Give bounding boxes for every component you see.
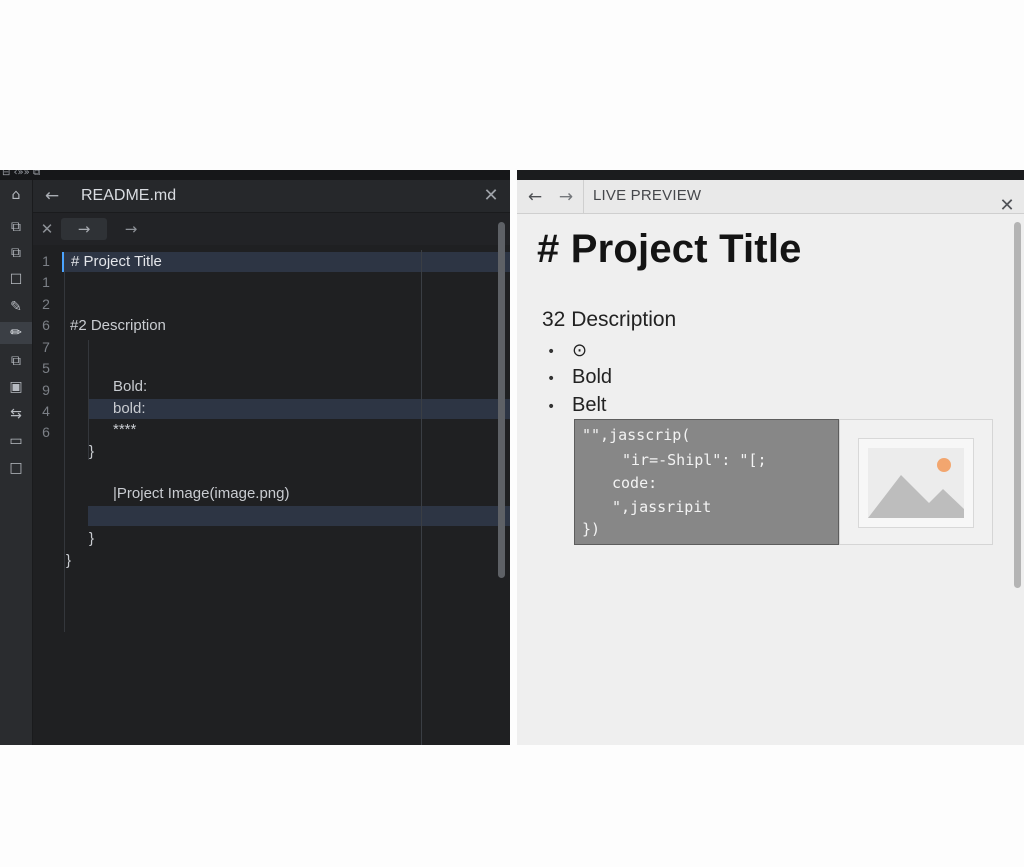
code-line[interactable]: **** (113, 421, 136, 438)
code-line[interactable]: |Project Image(image.png) (113, 485, 289, 502)
image-placeholder-icon (868, 448, 964, 518)
code-line[interactable]: bold: (113, 400, 146, 417)
home-icon[interactable]: ⌂ (5, 184, 27, 206)
editor-tab-title[interactable]: README.md (81, 187, 176, 205)
layers-icon[interactable]: ⧉ (5, 350, 27, 372)
forward-arrow-icon[interactable]: → (119, 218, 143, 240)
indent-guide (88, 340, 89, 460)
editor-tab-bar: ← README.md ✕ (33, 180, 510, 213)
square-icon[interactable]: □ (5, 457, 27, 479)
line-number: 1 (42, 253, 50, 269)
file-icon[interactable]: ☐ (5, 269, 27, 291)
line-number: 5 (42, 360, 50, 376)
close-icon[interactable]: ✕ (480, 185, 502, 207)
forward-arrow-icon[interactable]: → (555, 186, 577, 208)
line-highlight (88, 506, 510, 526)
dropper-icon[interactable]: ✎ (5, 296, 27, 318)
copy-2-icon[interactable]: ⧉ (5, 242, 27, 264)
line-number: 1 (42, 274, 50, 290)
code-line[interactable]: } (89, 443, 94, 460)
close-small-icon[interactable]: ✕ (37, 219, 57, 239)
forward-button[interactable]: → (61, 218, 107, 240)
image-placeholder (839, 419, 993, 545)
code-line[interactable]: #2 Description (70, 317, 166, 334)
code-block: "",jasscrip( "ir=-Shipl": "[; code: ",ja… (574, 419, 839, 545)
preview-pane: ← → ✕ LIVE PREVIEW # Project Title 32 De… (517, 170, 1024, 745)
preview-title-strip (517, 170, 1024, 180)
line-number: 6 (42, 424, 50, 440)
code-line[interactable]: } (89, 530, 94, 547)
editor-pane: ⊟ ‹»» ⧉ ⌂ ⧉ ⧉ ☐ ✎ ✏ ⧉ ▣ ⇆ ▭ □ ← README.m… (0, 170, 510, 745)
bullet: • (547, 399, 556, 415)
image-icon[interactable]: ▣ (5, 376, 27, 398)
list-item: Bold (572, 366, 613, 388)
pencil-icon[interactable]: ✏ (0, 322, 32, 344)
sun-shape (937, 458, 951, 472)
code-block-line: "ir=-Shipl": "[; (622, 451, 767, 469)
line-number: 7 (42, 339, 50, 355)
line-number: 2 (42, 296, 50, 312)
preview-title: LIVE PREVIEW (593, 187, 702, 204)
editor-scrollbar[interactable] (498, 222, 505, 578)
code-line[interactable]: # Project Title (71, 253, 162, 270)
transform-icon[interactable]: ⇆ (5, 403, 27, 425)
image-frame (858, 438, 974, 528)
list-item: Belt (572, 394, 607, 416)
folder-icon[interactable]: ▭ (5, 430, 27, 452)
back-arrow-icon[interactable]: ← (524, 186, 546, 208)
header-divider (583, 180, 584, 213)
close-icon[interactable]: ✕ (996, 195, 1018, 217)
editor-ruler (421, 250, 422, 745)
bullet: • (547, 344, 556, 360)
editor-title-strip: ⊟ ‹»» ⧉ (0, 170, 510, 180)
code-line[interactable]: Bold: (113, 378, 147, 395)
preview-scrollbar[interactable] (1014, 222, 1021, 588)
code-block-line: "",jasscrip( (582, 426, 691, 444)
copy-icon[interactable]: ⧉ (5, 216, 27, 238)
line-number: 6 (42, 317, 50, 333)
preview-subheading: 32 Description (542, 308, 677, 331)
code-block-line: code: (612, 474, 658, 492)
bullet: • (547, 371, 556, 387)
activity-bar: ⌂ ⧉ ⧉ ☐ ✎ ✏ ⧉ ▣ ⇆ ▭ □ (0, 180, 33, 745)
list-item: ⊙ (572, 340, 588, 361)
editor-toolbar: ✕ → → (33, 213, 510, 245)
preview-heading: # Project Title (537, 227, 802, 271)
code-block-line: ",jassripit (612, 498, 712, 516)
editor-strip-label: ⊟ ‹»» ⧉ (2, 170, 41, 178)
code-block-line: }) (582, 520, 601, 538)
back-arrow-icon[interactable]: ← (41, 185, 63, 207)
code-line[interactable]: } (66, 552, 71, 569)
line-highlight (88, 399, 510, 419)
indent-guide (64, 252, 65, 632)
line-number: 9 (42, 382, 50, 398)
line-number: 4 (42, 403, 50, 419)
